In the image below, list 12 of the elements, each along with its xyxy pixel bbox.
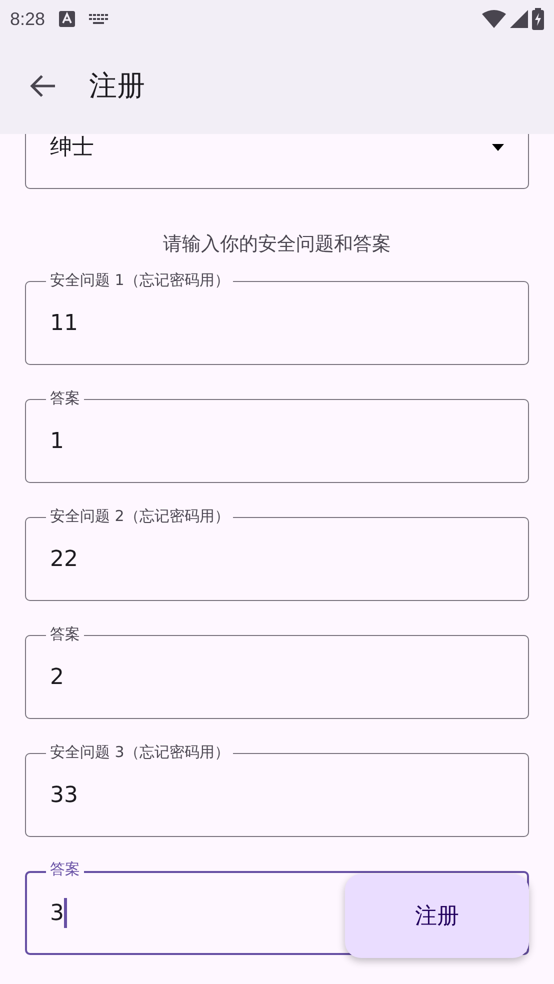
instruction-text: 请输入你的安全问题和答案 — [162, 232, 392, 257]
dropdown-field[interactable]: 绅士 — [25, 134, 529, 189]
page-title: 注册 — [89, 68, 145, 104]
back-arrow-icon — [29, 74, 57, 98]
status-time: 8:28 — [10, 8, 46, 30]
signal-icon — [510, 10, 528, 28]
register-button[interactable]: 注册 — [345, 874, 529, 958]
battery-icon — [532, 8, 544, 30]
dropdown-caret-icon — [492, 144, 504, 150]
keyboard-language-icon — [59, 11, 76, 27]
wifi-icon — [482, 10, 506, 28]
keyboard-icon — [89, 14, 110, 24]
